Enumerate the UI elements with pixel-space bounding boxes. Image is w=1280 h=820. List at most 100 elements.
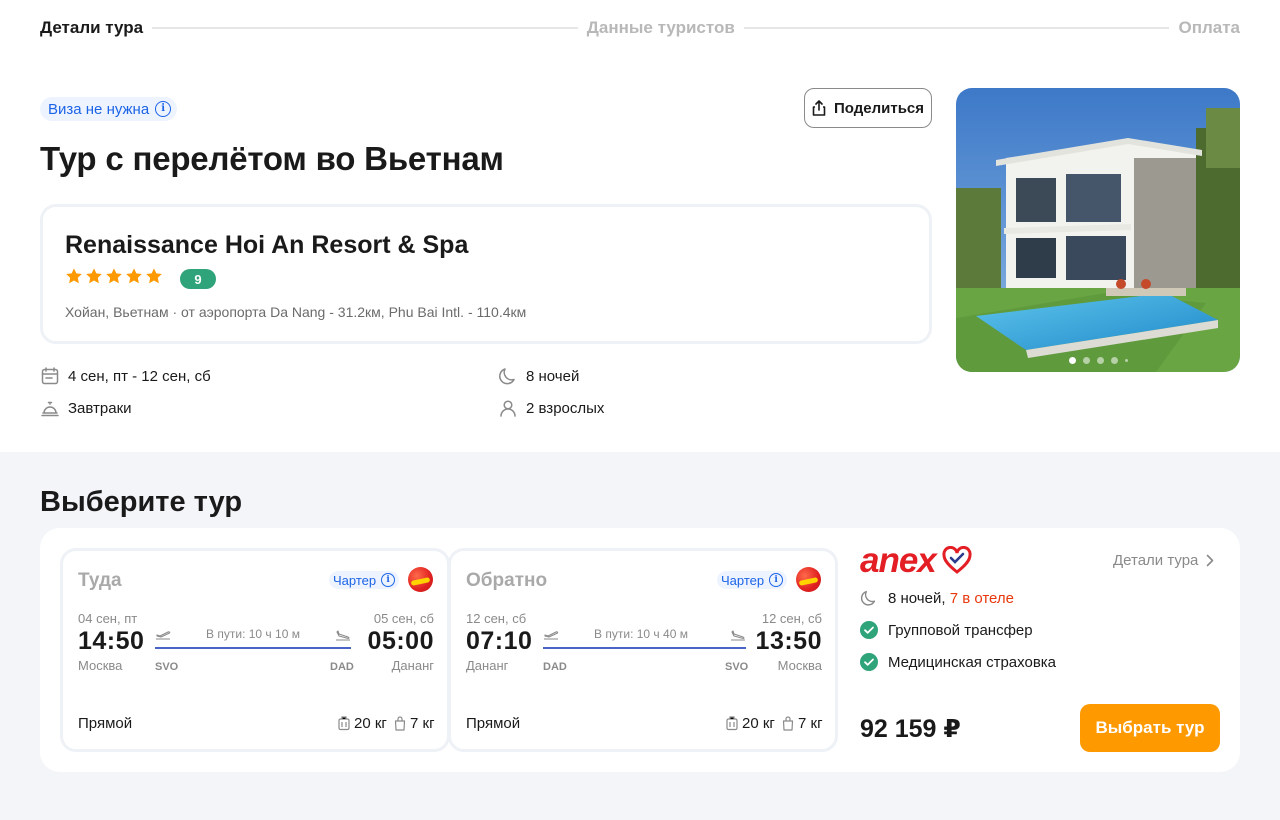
- checkout-stepper: Детали тура Данные туристов Оплата: [40, 17, 1240, 39]
- tour-nights-label: 8 ночей: [526, 367, 580, 385]
- bag-icon: [394, 716, 406, 731]
- flight-outbound[interactable]: Туда Чартер i 04 сен, пт 14:50 Москва В …: [60, 548, 450, 752]
- hand-luggage-weight: 7 кг: [410, 715, 435, 732]
- departure-city: Дананг: [466, 658, 509, 673]
- info-icon: i: [381, 573, 396, 587]
- suitcase-icon: [726, 716, 738, 731]
- departure-airport-code: SVO: [155, 661, 179, 673]
- hotel-stars: [65, 267, 163, 285]
- operator-logo: anex: [860, 540, 972, 580]
- share-button[interactable]: Поделиться: [804, 88, 932, 128]
- choose-tour-button[interactable]: Выбрать тур: [1080, 704, 1220, 752]
- checked-baggage: 20 кг: [726, 715, 775, 732]
- carousel-dot[interactable]: [1110, 357, 1118, 364]
- tour-dates: 4 сен, пт - 12 сен, сб: [40, 366, 211, 386]
- tour-guests: 2 взрослых: [498, 398, 604, 418]
- departure-airport-code: DAD: [543, 661, 567, 673]
- flight-return[interactable]: Обратно Чартер i 12 сен, сб 07:10 Дананг…: [448, 548, 838, 752]
- step-divider: [152, 27, 578, 29]
- tour-details-label: Детали тура: [1113, 552, 1199, 569]
- departure-time: 14:50: [78, 627, 145, 655]
- arrival-date: 12 сен, сб: [761, 611, 822, 626]
- flight-type: Прямой: [466, 715, 521, 732]
- flight-duration: В пути: 10 ч 10 м: [206, 627, 300, 641]
- departure-time: 07:10: [466, 627, 533, 655]
- hotel-location: Хойан, Вьетнам · от аэропорта Da Nang - …: [65, 304, 527, 320]
- carousel-dot[interactable]: [1124, 359, 1128, 362]
- charter-badge[interactable]: Чартер i: [329, 571, 400, 589]
- bag-icon: [782, 716, 794, 731]
- carousel-dot[interactable]: [1068, 357, 1076, 364]
- step-tour-details[interactable]: Детали тура: [40, 18, 143, 38]
- hotel-photo-image: [956, 88, 1240, 372]
- offer-nights-label: 8 ночей,: [888, 589, 946, 607]
- tour-overview: Виза не нужна i Поделиться Тур с перелёт…: [0, 60, 1280, 452]
- tour-meals-label: Завтраки: [68, 399, 132, 417]
- chevron-right-icon: [1207, 554, 1214, 567]
- perk-insurance-label: Медицинская страховка: [888, 653, 1057, 671]
- arrival-city: Дананг: [391, 658, 434, 673]
- page-title: Тур с перелётом во Вьетнам: [40, 140, 504, 177]
- moon-icon: [860, 590, 876, 606]
- perk-transfer-label: Групповой трансфер: [888, 621, 1033, 639]
- charter-badge[interactable]: Чартер i: [717, 571, 788, 589]
- heart-icon: [942, 546, 972, 574]
- star-icon: [66, 268, 82, 284]
- arrival-time: 13:50: [755, 627, 822, 655]
- visa-badge-label: Виза не нужна: [48, 100, 150, 118]
- landing-icon: [731, 630, 745, 641]
- hotel-photo[interactable]: [956, 88, 1240, 372]
- check-circle-icon: [860, 653, 878, 671]
- hotel-name[interactable]: Renaissance Hoi An Resort & Spa: [65, 231, 468, 260]
- hand-luggage: 7 кг: [782, 715, 823, 732]
- arrival-time: 05:00: [367, 627, 434, 655]
- info-icon: i: [769, 573, 784, 587]
- flight-direction: Обратно: [466, 570, 548, 591]
- carousel-dot[interactable]: [1096, 357, 1104, 364]
- operator-logo-text: anex: [860, 540, 937, 580]
- step-divider: [743, 27, 1170, 29]
- calendar-icon: [41, 367, 59, 385]
- tour-price: 92 159 ₽: [860, 715, 961, 743]
- tour-details-link[interactable]: Детали тура: [1113, 552, 1214, 569]
- info-icon: i: [155, 101, 172, 117]
- nights-in-hotel: 7 в отеле: [949, 589, 1014, 607]
- arrival-airport-code: DAD: [330, 661, 354, 673]
- carousel-dot[interactable]: [1082, 357, 1090, 364]
- moon-icon: [499, 368, 515, 385]
- carousel-dots: [956, 357, 1240, 364]
- offer-card: Туда Чартер i 04 сен, пт 14:50 Москва В …: [40, 528, 1240, 772]
- hotel-card: Renaissance Hoi An Resort & Spa 9 Хойан,…: [40, 204, 932, 344]
- section-title: Выберите тур: [40, 486, 243, 518]
- departure-date: 04 сен, пт: [78, 611, 138, 626]
- star-icon: [126, 268, 142, 284]
- checked-baggage-weight: 20 кг: [742, 715, 775, 732]
- charter-label: Чартер: [721, 572, 765, 588]
- hand-luggage: 7 кг: [394, 715, 435, 732]
- arrival-airport-code: SVO: [725, 661, 749, 673]
- landing-icon: [336, 630, 350, 641]
- airline-logo: [796, 567, 821, 592]
- visa-badge[interactable]: Виза не нужна i: [40, 97, 178, 121]
- share-icon: [812, 100, 826, 116]
- step-payment: Оплата: [1178, 18, 1241, 37]
- flight-direction: Туда: [78, 570, 122, 591]
- suitcase-icon: [338, 716, 350, 731]
- person-icon: [500, 400, 516, 417]
- checked-baggage-weight: 20 кг: [354, 715, 387, 732]
- offer-nights: 8 ночей, 7 в отеле: [860, 589, 1014, 607]
- flight-route-line: [543, 647, 746, 649]
- tour-dates-label: 4 сен, пт - 12 сен, сб: [68, 367, 211, 385]
- tour-guests-label: 2 взрослых: [526, 399, 605, 417]
- flight-duration: В пути: 10 ч 40 м: [594, 627, 688, 641]
- tour-meals: Завтраки: [40, 398, 132, 418]
- check-circle-icon: [860, 621, 878, 639]
- perk-insurance: Медицинская страховка: [860, 653, 1056, 671]
- rating-badge: 9: [180, 269, 216, 289]
- hand-luggage-weight: 7 кг: [798, 715, 823, 732]
- arrival-date: 05 сен, сб: [373, 611, 434, 626]
- departure-date: 12 сен, сб: [466, 611, 527, 626]
- departure-city: Москва: [78, 658, 123, 673]
- perk-transfer: Групповой трансфер: [860, 621, 1033, 639]
- cloche-icon: [41, 401, 59, 417]
